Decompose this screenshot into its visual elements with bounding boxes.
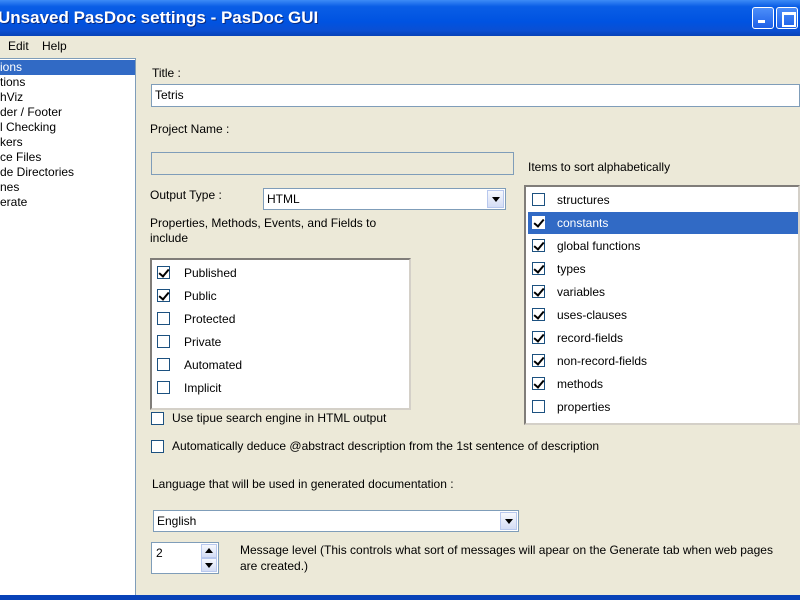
sidebar: ions tions hViz der / Footer l Checking … bbox=[0, 58, 136, 595]
sidebar-item-header-footer[interactable]: der / Footer bbox=[0, 105, 62, 120]
tipue-checkbox[interactable] bbox=[151, 412, 164, 425]
title-label: Title : bbox=[152, 66, 181, 80]
message-level-label: Message level (This controls what sort o… bbox=[240, 543, 773, 573]
checkbox[interactable] bbox=[532, 400, 545, 413]
list-item[interactable]: uses-clauses bbox=[528, 304, 798, 326]
checkbox[interactable] bbox=[157, 266, 170, 279]
checkbox[interactable] bbox=[157, 289, 170, 302]
list-item[interactable]: Implicit bbox=[156, 377, 406, 399]
list-item[interactable]: constants bbox=[528, 212, 798, 234]
output-type-value: HTML bbox=[267, 192, 300, 206]
checkbox[interactable] bbox=[532, 308, 545, 321]
checkbox[interactable] bbox=[532, 193, 545, 206]
checkbox[interactable] bbox=[157, 335, 170, 348]
sidebar-item-graphviz[interactable]: hViz bbox=[0, 90, 23, 105]
maximize-button[interactable] bbox=[776, 7, 798, 29]
message-level-spinner[interactable]: 2 bbox=[151, 542, 219, 574]
checkbox[interactable] bbox=[157, 381, 170, 394]
list-item[interactable]: Automated bbox=[156, 354, 406, 376]
list-item[interactable]: record-fields bbox=[528, 327, 798, 349]
spin-up-icon[interactable] bbox=[201, 544, 217, 558]
tipue-label: Use tipue search engine in HTML output bbox=[172, 411, 387, 425]
sort-items-list: structures constants global functions ty… bbox=[524, 185, 800, 425]
properties-label: Properties, Methods, Events, and Fields … bbox=[150, 216, 377, 245]
checkbox[interactable] bbox=[532, 377, 545, 390]
checkbox[interactable] bbox=[532, 262, 545, 275]
checkbox[interactable] bbox=[532, 216, 545, 229]
language-select[interactable]: English bbox=[153, 510, 519, 532]
list-item[interactable]: Private bbox=[156, 331, 406, 353]
title-input[interactable]: Tetris bbox=[151, 84, 800, 107]
checkbox[interactable] bbox=[532, 285, 545, 298]
window-bottom-border bbox=[0, 595, 800, 600]
list-item[interactable]: methods bbox=[528, 373, 798, 395]
list-item[interactable]: Protected bbox=[156, 308, 406, 330]
checkbox[interactable] bbox=[157, 312, 170, 325]
list-item[interactable]: structures bbox=[528, 189, 798, 211]
language-value: English bbox=[157, 514, 197, 528]
sidebar-item-locations[interactable]: tions bbox=[0, 75, 25, 90]
chevron-down-icon[interactable] bbox=[487, 190, 504, 208]
menu-bar: Edit Help bbox=[0, 36, 800, 56]
output-type-select[interactable]: HTML bbox=[263, 188, 506, 210]
menu-edit[interactable]: Edit bbox=[8, 36, 29, 56]
checkbox[interactable] bbox=[532, 331, 545, 344]
list-item[interactable]: types bbox=[528, 258, 798, 280]
sidebar-item-markers[interactable]: kers bbox=[0, 135, 23, 150]
sidebar-item-options[interactable]: ions bbox=[0, 60, 135, 75]
sidebar-item-spell-checking[interactable]: l Checking bbox=[0, 120, 56, 135]
visibility-list: Published Public Protected Private Autom… bbox=[150, 258, 411, 410]
sidebar-item-source-files[interactable]: ce Files bbox=[0, 150, 41, 165]
sort-label: Items to sort alphabetically bbox=[528, 160, 671, 174]
message-level-value: 2 bbox=[156, 546, 163, 560]
window-title: Unsaved PasDoc settings - PasDoc GUI bbox=[0, 8, 319, 27]
project-name-label: Project Name : bbox=[150, 122, 230, 136]
spin-down-icon[interactable] bbox=[201, 558, 217, 572]
list-item[interactable]: properties bbox=[528, 396, 798, 418]
list-item[interactable]: Public bbox=[156, 285, 406, 307]
abstract-label: Automatically deduce @abstract descripti… bbox=[172, 439, 600, 453]
sidebar-item-include-directories[interactable]: de Directories bbox=[0, 165, 74, 180]
abstract-checkbox[interactable] bbox=[151, 440, 164, 453]
list-item[interactable]: variables bbox=[528, 281, 798, 303]
checkbox[interactable] bbox=[157, 358, 170, 371]
list-item[interactable]: Published bbox=[156, 262, 406, 284]
list-item[interactable]: global functions bbox=[528, 235, 798, 257]
menu-help[interactable]: Help bbox=[42, 36, 67, 56]
sidebar-item-defines[interactable]: nes bbox=[0, 180, 19, 195]
sidebar-item-generate[interactable]: erate bbox=[0, 195, 27, 210]
minimize-button[interactable] bbox=[752, 7, 774, 29]
chevron-down-icon[interactable] bbox=[500, 512, 517, 530]
project-name-input[interactable] bbox=[151, 152, 514, 175]
title-bar[interactable]: Unsaved PasDoc settings - PasDoc GUI bbox=[0, 0, 800, 36]
checkbox[interactable] bbox=[532, 239, 545, 252]
output-type-label: Output Type : bbox=[150, 188, 222, 202]
list-item[interactable]: non-record-fields bbox=[528, 350, 798, 372]
language-label: Language that will be used in generated … bbox=[152, 477, 454, 491]
checkbox[interactable] bbox=[532, 354, 545, 367]
